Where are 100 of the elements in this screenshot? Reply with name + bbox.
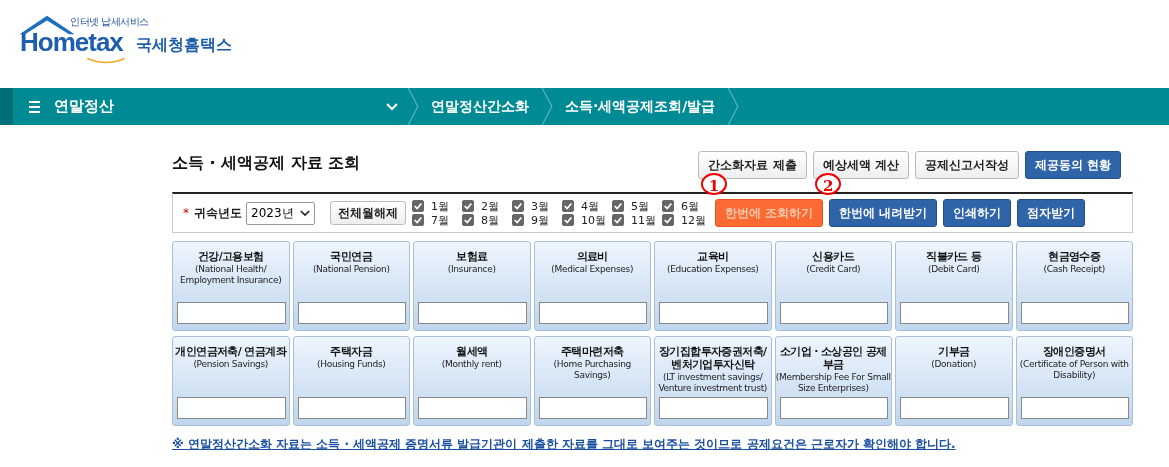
card-subtitle: (LT investment savings/ Venture investment trust): [657, 372, 769, 394]
checkbox[interactable]: [412, 214, 424, 226]
month-label: 3월: [531, 198, 550, 214]
category-card[interactable]: 개인연금저축/ 연금계좌 (Pension Savings): [172, 336, 290, 426]
menu-dropdown[interactable]: 연말정산: [13, 88, 398, 125]
action-button[interactable]: 점자받기: [1017, 199, 1086, 227]
card-title: 의료비: [575, 250, 609, 263]
nav-edge-strip: [0, 88, 13, 125]
category-card[interactable]: 소기업 · 소상공인 공제부금 (Membership Fee For Small Size Enterprises): [774, 336, 892, 426]
month-label: 11월: [631, 212, 657, 228]
card-subtitle: (Medical Expenses): [550, 264, 635, 275]
month-label: 12월: [681, 212, 707, 228]
action-button[interactable]: 공제신고서작성: [914, 151, 1019, 179]
card-title: 장애인증명서: [1042, 345, 1107, 358]
action-button[interactable]: 제공동의 현황: [1024, 151, 1121, 179]
card-subtitle: (Pension Savings): [192, 359, 270, 370]
card-title: 주택마련저축: [560, 345, 625, 358]
checkbox[interactable]: [662, 200, 674, 212]
checkbox[interactable]: [462, 214, 474, 226]
checkbox[interactable]: [662, 214, 674, 226]
category-card[interactable]: 직불카드 등 (Debit Card): [895, 241, 1013, 331]
checkbox[interactable]: [562, 214, 574, 226]
month-label: 5월: [631, 198, 650, 214]
card-title: 직불카드 등: [925, 250, 983, 263]
card-subtitle: (Certificate of Person with Disability): [1018, 359, 1130, 381]
category-card[interactable]: 의료비 (Medical Expenses): [533, 241, 651, 331]
year-select[interactable]: 2023년: [246, 201, 315, 225]
month-label: 6월: [681, 198, 700, 214]
required-mark: *: [183, 206, 189, 220]
logo-name: 국세청홈택스: [136, 34, 232, 56]
category-card[interactable]: 현금영수증 (Cash Receipt): [1015, 241, 1133, 331]
action-button[interactable]: 한번에 내려받기: [829, 199, 938, 227]
month-label: 1월: [431, 198, 450, 214]
card-subtitle: (National Health/ Employment Insurance): [179, 264, 283, 286]
category-card[interactable]: 건강/고용보험 (National Health/ Employment Insurance): [172, 241, 290, 331]
card-subtitle: (Home Purchasing Savings): [552, 359, 632, 381]
breadcrumb-link[interactable]: 연말정산간소화: [419, 97, 541, 116]
card-title: 월세액: [455, 345, 489, 358]
action-button[interactable]: 예상세액 계산: [812, 151, 909, 179]
card-subtitle: (Insurance): [446, 264, 497, 275]
card-subtitle: (Monthly rent): [440, 359, 503, 370]
chevron-right-icon: [407, 88, 419, 125]
category-card[interactable]: 보험료 (Insurance): [413, 241, 531, 331]
month-label: 4월: [581, 198, 600, 214]
card-subtitle: (Membership Fee For Small Size Enterprises): [775, 372, 891, 394]
clear-months-button[interactable]: 전체월해제: [330, 201, 406, 225]
card-subtitle: (Donation): [930, 359, 978, 370]
logo-wordmark: Hometax: [20, 29, 123, 55]
category-card[interactable]: 기부금 (Donation): [895, 336, 1013, 426]
category-card[interactable]: 월세액 (Monthly rent): [413, 336, 531, 426]
card-title: 장기집합투자증권저축/ 벤처기업투자신탁: [658, 345, 768, 371]
category-card[interactable]: 신용카드 (Credit Card): [774, 241, 892, 331]
action-button[interactable]: 간소화자료 제출: [698, 151, 807, 179]
month-label: 9월: [531, 212, 550, 228]
checkbox[interactable]: [612, 214, 624, 226]
page-title: 소득 · 세액공제 자료 조회: [172, 153, 361, 174]
breadcrumb-link[interactable]: 소득·세액공제조회/발급: [553, 97, 728, 116]
annotation-mark: 2: [815, 173, 842, 195]
notice-link[interactable]: ※ 연말정산간소화 자료는 소득 · 세액공제 증명서류 발급기관이 제출한 자료를 그대로 보여주는 것이므로 공제요건은 근로자가 확인해야 합니다.: [172, 436, 1133, 453]
menu-label: 연말정산: [54, 97, 115, 116]
card-subtitle: (Cash Receipt): [1042, 264, 1106, 275]
card-title: 개인연금저축/ 연금계좌: [174, 345, 288, 358]
chevron-down-icon: [300, 209, 310, 217]
category-card[interactable]: 주택마련저축 (Home Purchasing Savings): [533, 336, 651, 426]
month-label: 10월: [581, 212, 607, 228]
checkbox[interactable]: [462, 200, 474, 212]
category-card[interactable]: 주택자금 (Housing Funds): [292, 336, 410, 426]
card-title: 신용카드: [811, 250, 856, 263]
card-title: 건강/고용보험: [196, 250, 265, 263]
chevron-right-icon: [727, 88, 740, 125]
chevron-down-icon: [386, 102, 398, 111]
card-title: 주택자금: [329, 345, 374, 358]
card-title: 교육비: [696, 250, 730, 263]
smile-icon: [86, 57, 126, 64]
category-card[interactable]: 장기집합투자증권저축/ 벤처기업투자신탁 (LT investment savings/ Venture investment trust): [654, 336, 772, 426]
card-title: 소기업 · 소상공인 공제부금: [778, 345, 888, 371]
checkbox[interactable]: [562, 200, 574, 212]
card-title: 현금영수증: [1047, 250, 1102, 263]
action-button[interactable]: 인쇄하기: [943, 199, 1012, 227]
checkbox[interactable]: [512, 214, 524, 226]
logo-tagline: 인터넷 납세서비스: [70, 16, 149, 27]
card-title: 국민연금: [329, 250, 374, 263]
category-card[interactable]: 장애인증명서 (Certificate of Person with Disability): [1015, 336, 1133, 426]
card-subtitle: (Education Expenses): [665, 264, 760, 275]
chevron-right-icon: [541, 88, 553, 125]
card-title: 기부금: [937, 345, 971, 358]
month-label: 7월: [431, 212, 450, 228]
card-subtitle: (National Pension): [311, 264, 391, 275]
category-card[interactable]: 국민연금 (National Pension): [292, 241, 410, 331]
checkbox[interactable]: [612, 200, 624, 212]
card-title: 보험료: [455, 250, 489, 263]
month-label: 2월: [481, 198, 500, 214]
checkbox[interactable]: [512, 200, 524, 212]
annotation-mark: 1: [701, 173, 727, 195]
year-label: 귀속년도: [194, 204, 242, 222]
card-subtitle: (Credit Card): [805, 264, 862, 275]
month-label: 8월: [481, 212, 500, 228]
checkbox[interactable]: [412, 200, 424, 212]
category-card[interactable]: 교육비 (Education Expenses): [654, 241, 772, 331]
card-subtitle: (Debit Card): [926, 264, 981, 275]
